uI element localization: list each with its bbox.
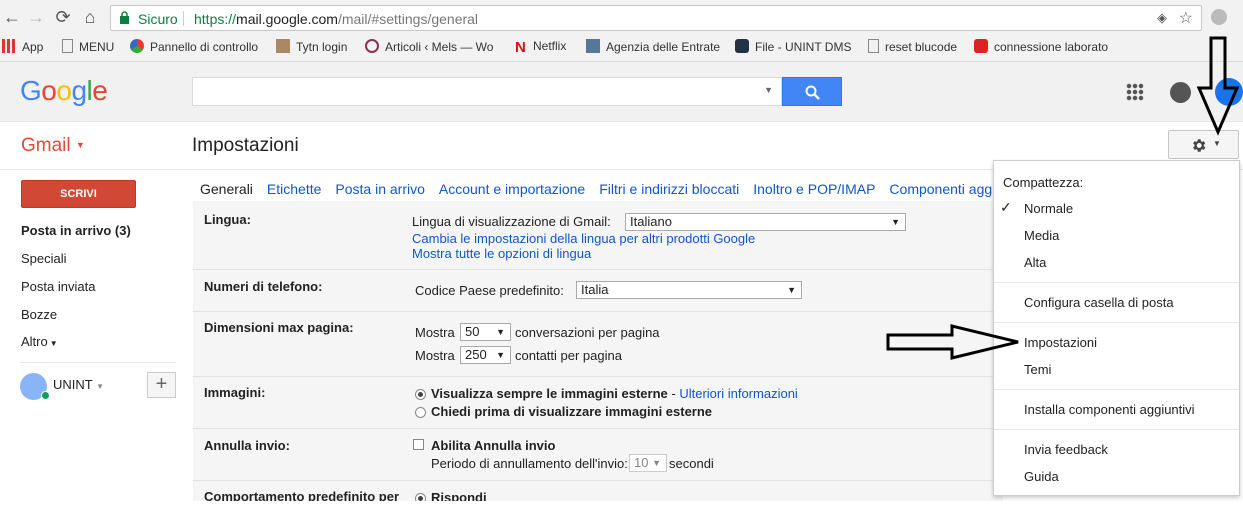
- annotation-arrows: [886, 36, 1240, 360]
- arrow-right-annotation: [886, 324, 1019, 360]
- arrow-down-annotation: [1196, 36, 1240, 136]
